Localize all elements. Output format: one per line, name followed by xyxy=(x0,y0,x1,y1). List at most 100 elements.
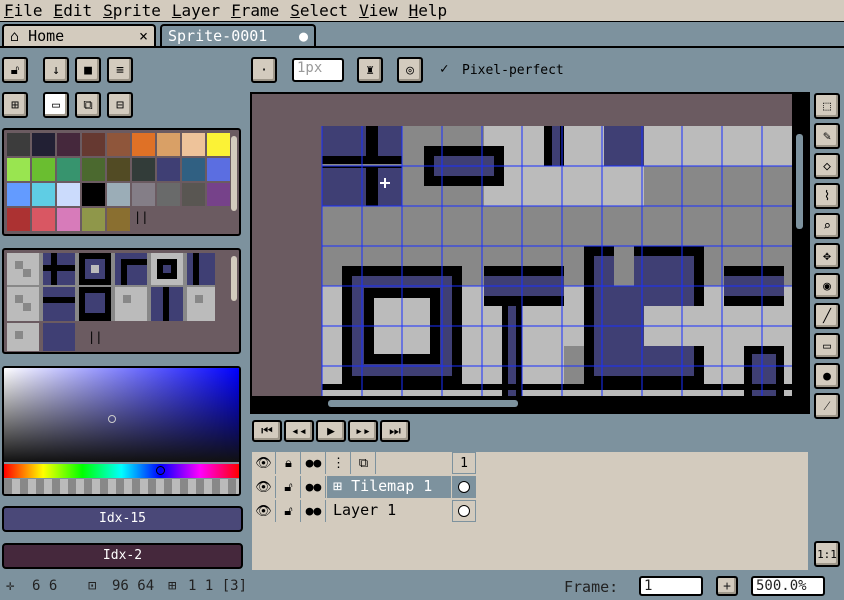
palette-swatch[interactable] xyxy=(182,133,205,156)
tileset-mode-icon[interactable]: ▭ xyxy=(43,92,69,118)
alpha-slider[interactable] xyxy=(4,479,239,494)
layer-name[interactable]: Layer 1 xyxy=(327,500,451,522)
checkbox-icon[interactable]: ✓ xyxy=(440,61,448,77)
palette-swatch[interactable] xyxy=(57,208,80,231)
brush-shape-button[interactable]: · xyxy=(251,57,277,83)
last-frame-icon[interactable]: ⏭ xyxy=(380,420,410,442)
zoom-reset-button[interactable]: 1:1 xyxy=(814,541,840,567)
sample-icon[interactable]: ◎ xyxy=(397,57,423,83)
background-color-button[interactable]: Idx-2 xyxy=(2,543,243,569)
palette-swatch[interactable] xyxy=(157,183,180,206)
lock-icon[interactable]: 🔓︎ xyxy=(277,500,301,522)
continuous-icon[interactable]: ●● xyxy=(302,500,326,522)
first-frame-icon[interactable]: ⏮ xyxy=(252,420,282,442)
palette-swatch[interactable] xyxy=(157,133,180,156)
continuous-icon[interactable]: ●● xyxy=(302,452,326,474)
palette-swatch[interactable] xyxy=(7,158,30,181)
square-icon[interactable]: ■ xyxy=(75,57,101,83)
eyedropper-tool-icon[interactable]: ⌇ xyxy=(814,183,840,209)
frame-input[interactable]: 1 xyxy=(639,576,703,596)
menu-icon[interactable]: ≡ xyxy=(107,57,133,83)
menu-file[interactable]: File xyxy=(0,1,50,21)
palette-swatch[interactable] xyxy=(182,183,205,206)
link-icon[interactable]: ⋮ xyxy=(327,452,351,474)
eye-icon[interactable]: 👁︎ xyxy=(252,452,276,474)
palette-swatch[interactable] xyxy=(207,133,230,156)
tiles-mode-icon[interactable]: ⧉ xyxy=(75,92,101,118)
palette-swatch[interactable] xyxy=(7,183,30,206)
selection-tool-icon[interactable]: ⬚ xyxy=(814,93,840,119)
move-tool-icon[interactable]: ✥ xyxy=(814,243,840,269)
grid-icon[interactable]: ⊞ xyxy=(2,92,28,118)
pencil-tool-icon[interactable]: ✎ xyxy=(814,123,840,149)
palette-swatch[interactable] xyxy=(32,158,55,181)
lock-icon[interactable]: 🔓︎ xyxy=(277,476,301,498)
continuous-icon[interactable]: ●● xyxy=(302,476,326,498)
modified-dot-icon[interactable]: ● xyxy=(299,26,308,46)
ink-icon[interactable]: ♜ xyxy=(357,57,383,83)
zoom-input[interactable]: 500.0% xyxy=(751,576,825,596)
palette-swatch[interactable] xyxy=(7,208,30,231)
layer-name[interactable]: ⊞ Tilemap 1 xyxy=(327,476,451,498)
blur-tool-icon[interactable]: ⁄ xyxy=(814,393,840,419)
palette-swatch[interactable] xyxy=(7,133,30,156)
palette-swatch[interactable] xyxy=(82,133,105,156)
palette-swatch[interactable] xyxy=(132,133,155,156)
zoom-tool-icon[interactable]: ⌕ xyxy=(814,213,840,239)
prev-frame-icon[interactable]: ◂◂ xyxy=(284,420,314,442)
palette-swatch[interactable] xyxy=(57,158,80,181)
tab-home[interactable]: ⌂ Home × xyxy=(2,24,156,47)
palette-swatch[interactable] xyxy=(207,158,230,181)
pixel-perfect-label[interactable]: Pixel-perfect xyxy=(462,63,564,78)
color-picker[interactable] xyxy=(2,366,241,496)
palette-scrollbar[interactable] xyxy=(231,136,237,211)
palette-swatch[interactable] xyxy=(57,133,80,156)
tileset-preview[interactable] xyxy=(7,253,215,351)
palette-swatch[interactable] xyxy=(182,158,205,181)
contour-tool-icon[interactable]: ● xyxy=(814,363,840,389)
menu-edit[interactable]: Edit xyxy=(50,1,100,21)
palette-swatch[interactable] xyxy=(57,183,80,206)
layer-row[interactable]: 👁︎ 🔓︎ ●● Layer 1 xyxy=(252,500,476,523)
saturation-value-box[interactable] xyxy=(4,368,239,462)
close-icon[interactable]: × xyxy=(139,26,148,46)
foreground-color-button[interactable]: Idx-15 xyxy=(2,506,243,532)
tab-sprite[interactable]: Sprite-0001 ● xyxy=(160,24,316,47)
palette-swatch[interactable] xyxy=(82,158,105,181)
palette-swatch[interactable] xyxy=(132,158,155,181)
rectangle-tool-icon[interactable]: ▭ xyxy=(814,333,840,359)
menu-layer[interactable]: Layer xyxy=(168,1,227,21)
palette-swatch[interactable] xyxy=(107,158,130,181)
palette-swatch[interactable] xyxy=(107,183,130,206)
layer-row[interactable]: 👁︎ 🔓︎ ●● ⊞ Tilemap 1 xyxy=(252,476,476,499)
brush-size-input[interactable]: 1px xyxy=(292,58,344,82)
menu-frame[interactable]: Frame xyxy=(227,1,286,21)
palette-swatch[interactable] xyxy=(32,208,55,231)
palette-swatch[interactable] xyxy=(32,183,55,206)
palette-swatch[interactable] xyxy=(207,183,230,206)
add-frame-button[interactable]: + xyxy=(716,576,738,596)
palette-swatch[interactable] xyxy=(32,133,55,156)
lock-icon[interactable]: 🔓︎ xyxy=(2,57,28,83)
palette-swatch[interactable] xyxy=(82,183,105,206)
palette-swatch[interactable] xyxy=(107,208,130,231)
tileset-scrollbar[interactable] xyxy=(231,256,237,301)
eraser-tool-icon[interactable]: ◇ xyxy=(814,153,840,179)
palette-swatch[interactable] xyxy=(107,133,130,156)
menu-view[interactable]: View xyxy=(355,1,405,21)
visibility-icon[interactable]: 👁︎ xyxy=(252,476,276,498)
menu-help[interactable]: Help xyxy=(405,1,455,21)
fill-tool-icon[interactable]: ◉ xyxy=(814,273,840,299)
visibility-icon[interactable]: 👁︎ xyxy=(252,500,276,522)
hue-slider[interactable] xyxy=(4,464,239,478)
menu-sprite[interactable]: Sprite xyxy=(99,1,168,21)
frame-header[interactable]: 1 xyxy=(452,452,476,474)
arrow-down-icon[interactable]: ↓ xyxy=(43,57,69,83)
cel-icon[interactable] xyxy=(452,500,476,522)
palette-swatch[interactable] xyxy=(157,158,180,181)
palette-swatch[interactable] xyxy=(132,183,155,206)
lock-icon[interactable]: 🔒︎ xyxy=(277,452,301,474)
canvas-area[interactable] xyxy=(250,92,810,414)
canvas[interactable] xyxy=(252,94,808,412)
play-icon[interactable]: ▶ xyxy=(316,420,346,442)
